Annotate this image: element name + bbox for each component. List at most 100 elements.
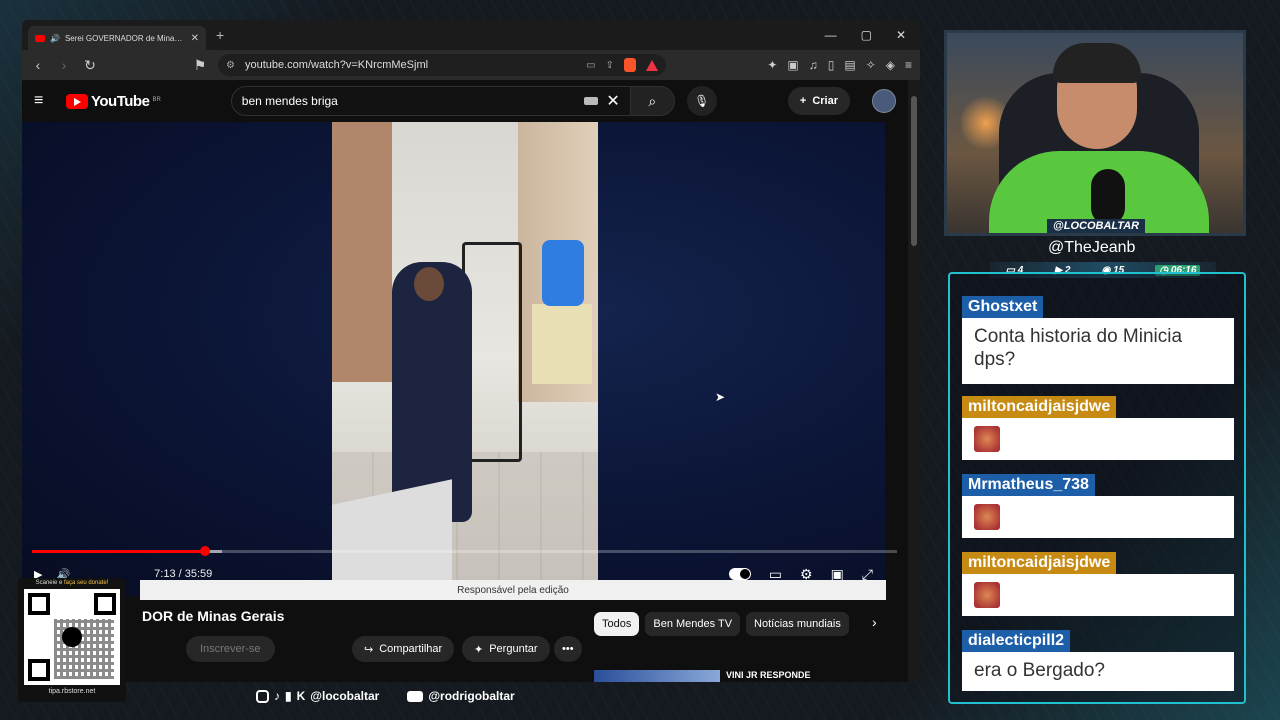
youtube-play-icon	[66, 93, 88, 109]
twitch-icon: ▮	[285, 689, 292, 703]
video-title: DOR de Minas Gerais	[142, 608, 285, 624]
tab-youtube[interactable]: 🔊 Serei GOVERNADOR de Minas Gera ✕	[28, 26, 206, 50]
chat-message: Mrmatheus_738	[962, 474, 1234, 538]
video-wall	[332, 122, 392, 382]
tiktok-icon: ♪	[274, 689, 280, 703]
chevron-right-icon[interactable]: ›	[872, 614, 877, 630]
youtube-wordmark: YouTube	[91, 92, 150, 110]
chat-emote-row	[962, 418, 1234, 460]
reload-icon[interactable]: ↻	[82, 57, 98, 74]
create-label: Criar	[812, 95, 838, 107]
alert-handle: @TheJeanb	[1048, 239, 1136, 256]
qr-caption-highlight: faça seu donate!	[63, 580, 109, 586]
window-controls: — ▢ ✕	[825, 28, 914, 42]
subscribe-button[interactable]: Inscrever-se	[186, 636, 275, 662]
emote-icon	[974, 582, 1000, 608]
ask-button[interactable]: ✦ Perguntar	[462, 636, 550, 662]
scrollbar-thumb[interactable]	[911, 96, 917, 246]
qr-modules	[54, 619, 114, 679]
social-handle-b: @rodrigobaltar	[428, 689, 515, 703]
bookmark-icon[interactable]: ⚑	[192, 57, 208, 74]
extensions-icon[interactable]: ✦	[767, 58, 777, 72]
chat-message: miltoncaidjaisjdwe	[962, 552, 1234, 616]
video-details: DOR de Minas Gerais Inscrever-se ↪ Compa…	[22, 596, 908, 682]
video-frame	[332, 122, 598, 596]
keyboard-icon[interactable]	[584, 97, 599, 105]
social-handle-a: @locobaltar	[310, 689, 380, 703]
url-text: youtube.com/watch?v=KNrcmMeSjml	[244, 59, 429, 71]
chat-username: dialecticpill2	[962, 630, 1071, 652]
voice-search-button[interactable]: 🎙	[686, 86, 717, 116]
maximize-icon[interactable]: ▢	[861, 28, 872, 42]
account-avatar[interactable]	[872, 89, 896, 113]
chat-message: dialecticpill2 era o Bergado?	[962, 630, 1234, 691]
address-bar: ‹ › ↻ ⚑ ⚙ youtube.com/watch?v=KNrcmMeSjm…	[22, 50, 920, 80]
search-input[interactable]: ben mendes briga ✕	[230, 86, 631, 116]
music-icon[interactable]: ♫	[809, 58, 818, 72]
new-tab-button[interactable]: +	[216, 27, 224, 43]
social-handles: ♪ ▮ K @locobaltar @rodrigobaltar	[256, 689, 515, 703]
chat-username: Mrmatheus_738	[962, 474, 1095, 496]
cam-microphone	[1091, 169, 1125, 225]
chat-username: miltoncaidjaisjdwe	[962, 552, 1117, 574]
search-icon: ⌕	[648, 92, 657, 109]
back-icon[interactable]: ‹	[30, 57, 46, 73]
share-arrow-icon: ↪	[364, 643, 374, 656]
streamer-handle: @LOCOBALTAR	[1047, 219, 1146, 233]
recommended-title[interactable]: VINI JR RESPONDE	[726, 670, 811, 680]
more-actions-button[interactable]: •••	[554, 636, 582, 662]
minimize-icon[interactable]: —	[825, 28, 837, 42]
close-window-icon[interactable]: ✕	[896, 28, 906, 42]
chip-bar: Todos Ben Mendes TV Notícias mundiais	[594, 612, 849, 636]
url-field[interactable]: ⚙ youtube.com/watch?v=KNrcmMeSjml ▭ ⇪	[218, 54, 666, 76]
chat-emote-row	[962, 496, 1234, 538]
hamburger-menu-icon[interactable]: ≡	[34, 92, 50, 110]
video-water-bottle	[542, 240, 584, 306]
brave-shields-icon[interactable]	[624, 58, 636, 72]
extensions-bar: ✦ ▣ ♫ ▯ ▤ ✧ ◈ ≡	[767, 58, 912, 72]
youtube-logo[interactable]: YouTube BR	[66, 93, 161, 110]
qr-finder	[28, 593, 50, 615]
share-icon[interactable]: ⇪	[606, 60, 614, 71]
create-button[interactable]: + Criar	[787, 87, 850, 115]
chip-news[interactable]: Notícias mundiais	[746, 612, 849, 636]
leo-icon[interactable]: ✧	[866, 58, 876, 72]
cast-icon[interactable]: ▭	[586, 60, 595, 71]
scrollbar[interactable]	[908, 80, 920, 682]
forward-icon[interactable]: ›	[56, 57, 72, 73]
video-player[interactable]: ➤ ▶ 🔊 7:13 / 35:59 ▭ ⚙ ▣ ⤢	[22, 122, 897, 596]
chip-all[interactable]: Todos	[594, 612, 640, 636]
qr-finder	[28, 659, 50, 681]
country-code: BR	[152, 96, 161, 103]
chat-username: Ghostxet	[962, 296, 1044, 318]
browser-menu-icon[interactable]: ≡	[905, 58, 912, 72]
speaker-icon[interactable]: 🔊	[50, 34, 60, 43]
sidebar-icon[interactable]: ▯	[828, 58, 835, 72]
chat-emote-row	[962, 574, 1234, 616]
site-settings-icon[interactable]: ⚙	[226, 60, 235, 71]
vpn-icon[interactable]: ◈	[886, 58, 895, 72]
qr-finder	[94, 593, 116, 615]
scrubber-knob[interactable]	[200, 546, 210, 556]
brave-rewards-icon[interactable]	[646, 59, 658, 71]
screenshot-icon[interactable]: ▣	[787, 58, 798, 72]
emote-icon	[974, 504, 1000, 530]
progress-bar[interactable]	[32, 546, 897, 556]
clear-search-icon[interactable]: ✕	[606, 91, 619, 111]
youtube-favicon-icon	[35, 34, 45, 42]
search-query: ben mendes briga	[241, 94, 338, 108]
search-button[interactable]: ⌕	[630, 86, 675, 116]
autoplay-toggle[interactable]	[728, 568, 751, 580]
recommended-thumbnail[interactable]	[594, 670, 720, 682]
wallet-icon[interactable]: ▤	[844, 58, 855, 72]
more-icon: •••	[562, 643, 574, 655]
editor-notice: Responsável pela edição	[140, 580, 886, 600]
youtube-icon	[407, 690, 424, 702]
plus-icon: +	[799, 95, 807, 107]
qr-site: tipa.rbstore.net	[48, 688, 96, 695]
close-tab-icon[interactable]: ✕	[191, 33, 199, 44]
share-button[interactable]: ↪ Compartilhar	[352, 636, 455, 662]
chip-channel[interactable]: Ben Mendes TV	[645, 612, 741, 636]
donate-qr-panel: Scaneie e faça seu donate! tipa.rbstore.…	[18, 578, 126, 702]
qr-caption: Scaneie e faça seu donate!	[18, 578, 126, 586]
